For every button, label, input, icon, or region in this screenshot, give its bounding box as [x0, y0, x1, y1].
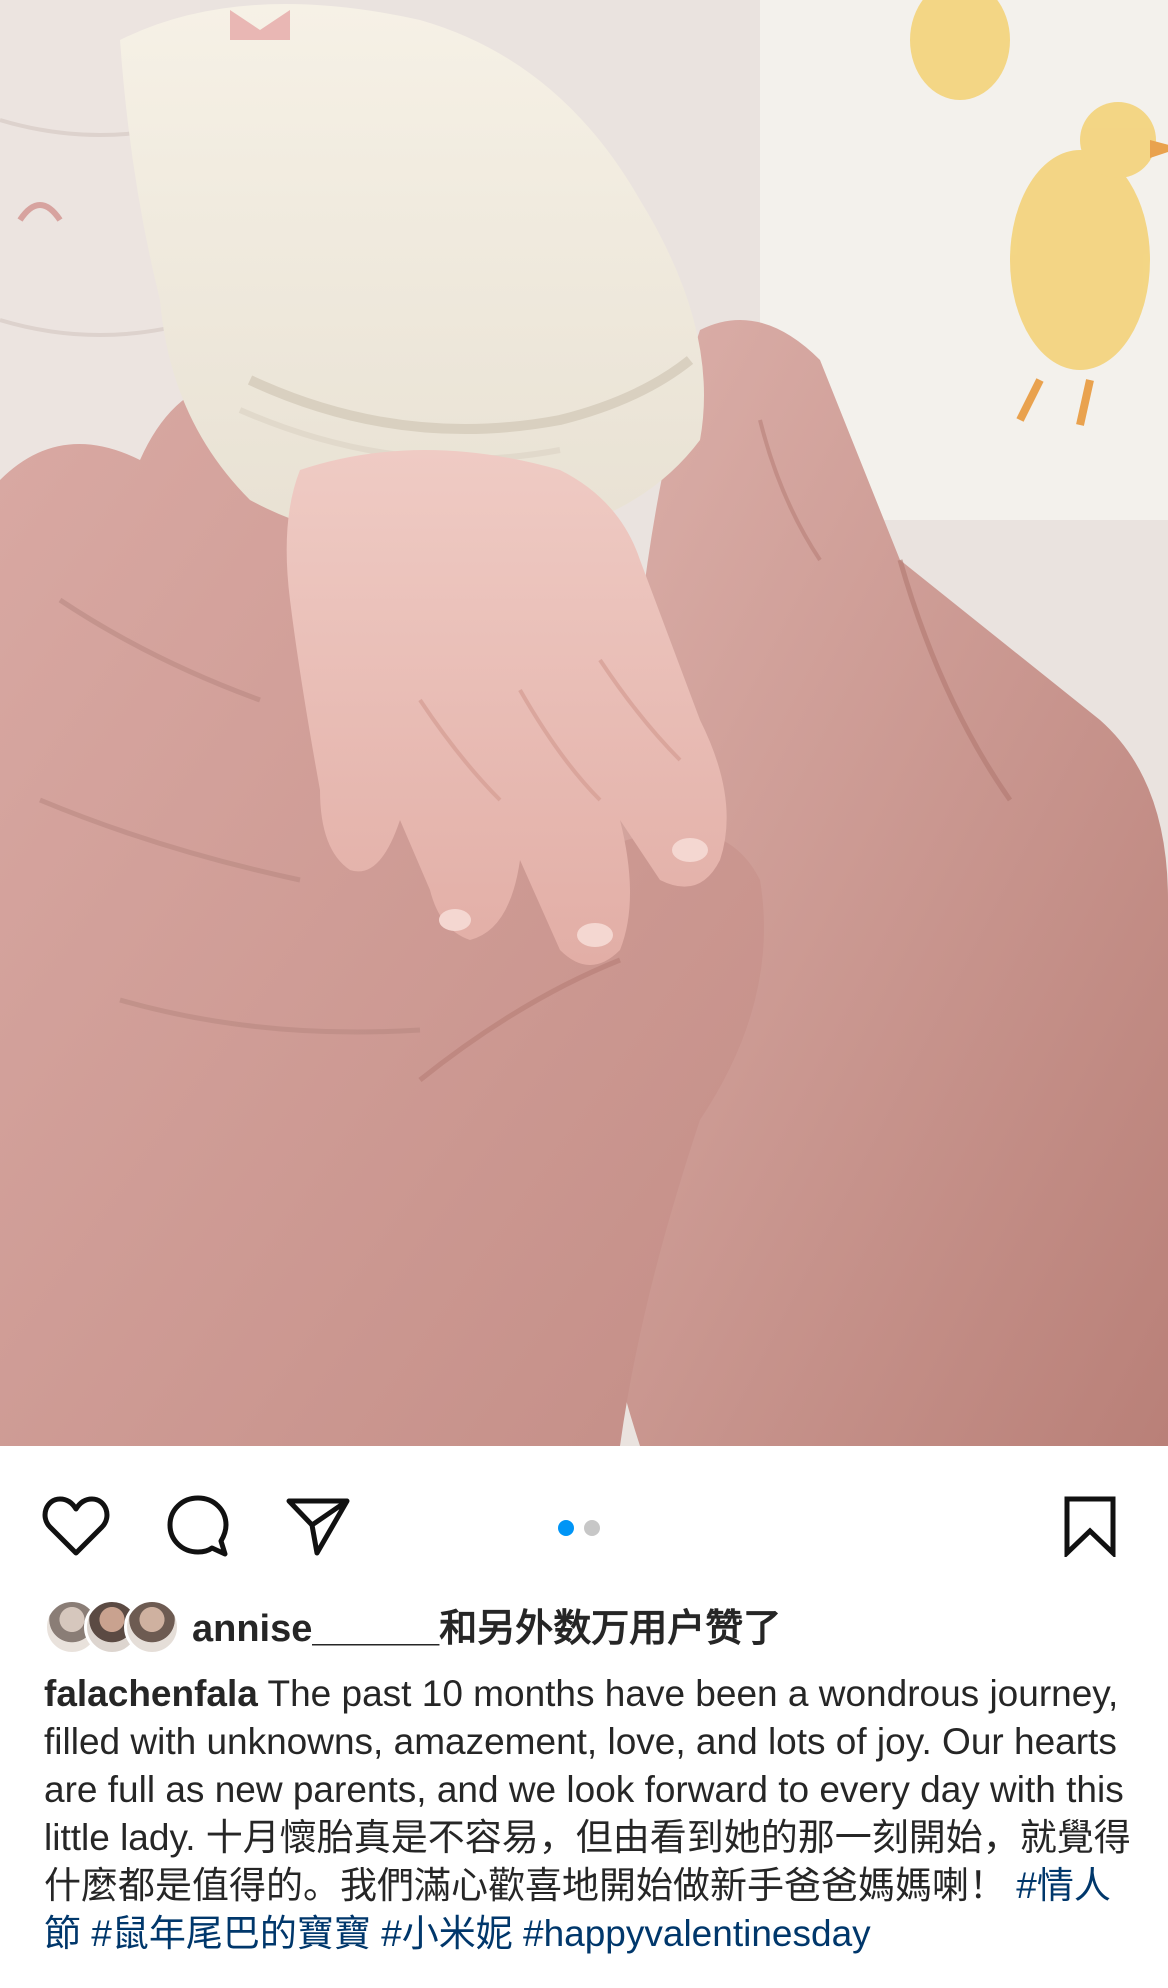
carousel-dot-1[interactable] — [558, 1520, 574, 1536]
likes-row: annise______和另外数万用户赞了 — [44, 1596, 781, 1655]
liker-avatars[interactable] — [44, 1596, 180, 1655]
heart-icon — [42, 1496, 110, 1556]
avatar[interactable] — [124, 1599, 180, 1655]
caption-username[interactable]: falachenfala — [44, 1673, 258, 1714]
likes-summary[interactable]: annise______和另外数万用户赞了 — [192, 1597, 781, 1652]
like-button[interactable] — [40, 1490, 112, 1562]
liker-username[interactable]: annise______ — [192, 1608, 439, 1650]
carousel-indicator — [558, 1520, 600, 1536]
share-button[interactable] — [282, 1490, 354, 1562]
comment-icon — [167, 1495, 229, 1557]
carousel-dot-2[interactable] — [584, 1520, 600, 1536]
save-button[interactable] — [1054, 1490, 1126, 1562]
likes-count-text[interactable]: 和另外数万用户赞了 — [439, 1608, 781, 1650]
share-icon — [286, 1498, 350, 1556]
bookmark-icon — [1064, 1496, 1116, 1557]
post-action-bar — [0, 1446, 1168, 1586]
baby-hand-photo — [0, 0, 1168, 1446]
instagram-post: annise______和另外数万用户赞了 falachenfala The p… — [0, 0, 1168, 1988]
comment-button[interactable] — [162, 1490, 234, 1562]
post-caption: falachenfala The past 10 months have bee… — [44, 1670, 1134, 1958]
post-photo[interactable] — [0, 0, 1168, 1446]
